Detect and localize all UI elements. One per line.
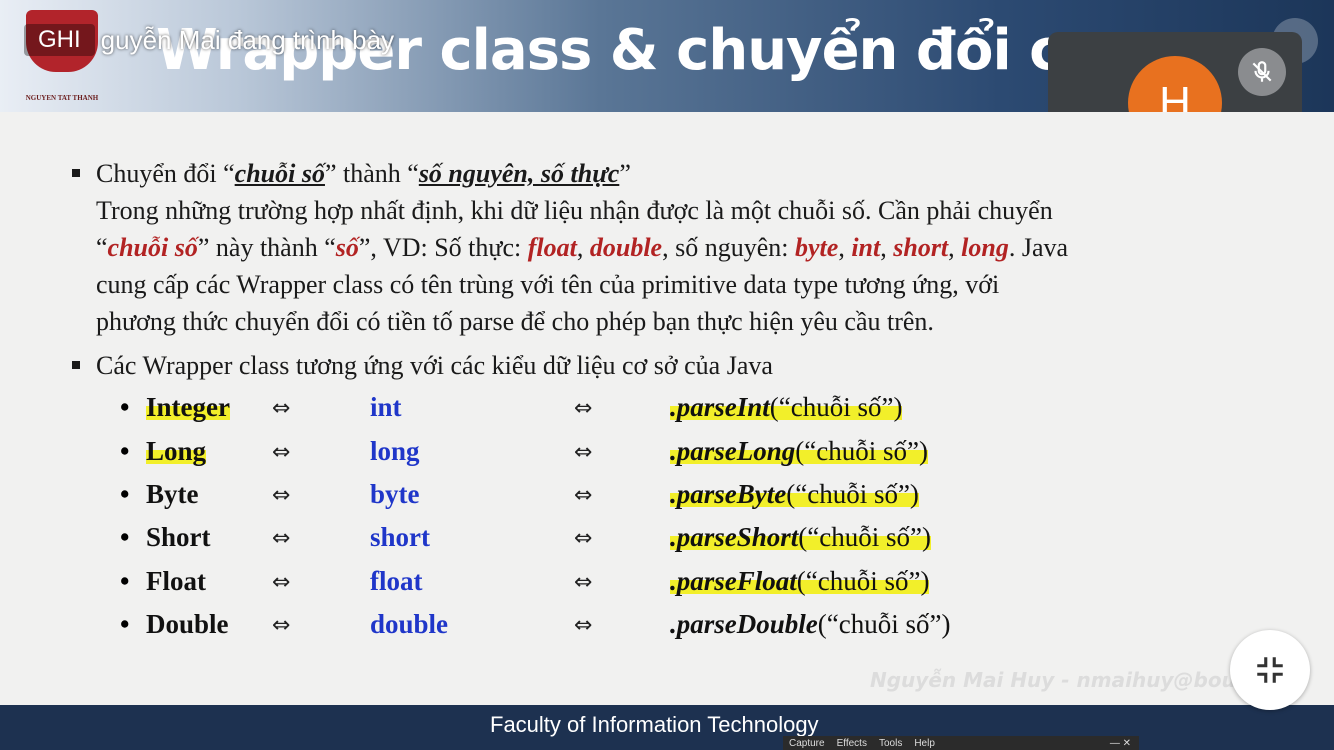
parse-method-name: .parseLong — [670, 436, 796, 466]
paragraph-line4: phương thức chuyển đổi có tiền tố parse … — [96, 307, 934, 336]
parse-method: .parseLong(“chuỗi số”) — [670, 436, 928, 467]
bullet1-text: Chuyển đổi “chuỗi số” thành “số nguyên, … — [96, 155, 631, 192]
watermark: Nguyễn Mai Huy - nmaihuy@bou n — [870, 668, 1257, 692]
parse-method: .parseDouble(“chuỗi số”) — [670, 609, 950, 640]
parse-method-name: .parseFloat — [670, 566, 797, 596]
equivalence-arrow-icon: ⇔ — [272, 440, 291, 465]
bullet1-term2: số nguyên, số thực — [418, 159, 620, 188]
parse-method: .parseByte(“chuỗi số”) — [670, 479, 919, 510]
wrapper-class-name: Float — [146, 566, 206, 596]
parse-method-arg: (“chuỗi số”) — [796, 566, 930, 596]
equivalence-arrow-icon: ⇔ — [272, 570, 291, 595]
logo-caption: NGUYEN TAT THANH — [25, 94, 99, 102]
mic-off-glyph — [1252, 61, 1272, 82]
recording-badge: GHI — [24, 24, 95, 56]
parse-method-arg: (“chuỗi số”) — [769, 392, 903, 422]
capture-toolbar: Capture Effects Tools Help — ✕ — [783, 736, 1139, 750]
row-bullet: • — [120, 522, 130, 552]
bullet-square — [72, 169, 80, 177]
exit-fullscreen-button[interactable] — [1230, 630, 1310, 710]
row-bullet: • — [120, 609, 130, 639]
equivalence-arrow-icon: ⇔ — [574, 526, 593, 551]
equivalence-arrow-icon: ⇔ — [272, 526, 291, 551]
parse-method-arg: (“chuỗi số”) — [798, 522, 931, 552]
recording-overlay: GHI guyễn Mai đang trình bày — [24, 20, 394, 60]
capture-menu[interactable]: Capture — [789, 738, 825, 749]
bullet1-term1: chuỗi số — [234, 159, 325, 188]
primitive-type: double — [370, 609, 449, 639]
parse-method: .parseShort(“chuỗi số”) — [670, 522, 931, 553]
equivalence-arrow-icon: ⇔ — [574, 396, 593, 421]
equivalence-arrow-icon: ⇔ — [574, 440, 593, 465]
parse-method-arg: (“chuỗi số”) — [817, 609, 951, 639]
parse-method-name: .parseInt — [670, 392, 770, 422]
wrapper-class-name: Byte — [146, 479, 199, 509]
equivalence-arrow-icon: ⇔ — [272, 396, 291, 421]
presenter-status: guyễn Mai đang trình bày — [100, 24, 395, 55]
wrapper-class-name: Double — [146, 609, 229, 639]
effects-menu[interactable]: Effects — [837, 738, 867, 749]
wrapper-class-name: Short — [146, 522, 211, 552]
bullet1-prefix: Chuyển đổi “ — [96, 159, 235, 188]
parse-method-arg: (“chuỗi số”) — [795, 436, 928, 466]
parse-method-arg: (“chuỗi số”) — [786, 479, 919, 509]
equivalence-arrow-icon: ⇔ — [574, 483, 593, 508]
row-bullet: • — [120, 436, 130, 466]
bullet1-mid: ” thành “ — [324, 159, 419, 188]
row-bullet: • — [120, 566, 130, 596]
row-bullet: • — [120, 392, 130, 422]
exit-fullscreen-icon — [1257, 657, 1283, 683]
equivalence-arrow-icon: ⇔ — [574, 613, 593, 638]
parse-method-name: .parseShort — [670, 522, 799, 552]
paragraph-line2: “chuỗi số” này thành “số”, VD: Số thực: … — [96, 233, 1069, 262]
bullet1-suffix: ” — [619, 159, 631, 188]
footer-text: Faculty of Information Technology — [490, 712, 819, 737]
primitive-type: byte — [370, 479, 420, 509]
paragraph: Trong những trường hợp nhất định, khi dữ… — [96, 192, 1068, 340]
row-bullet: • — [120, 479, 130, 509]
primitive-type: short — [370, 522, 430, 552]
window-controls[interactable]: — ✕ — [1110, 738, 1131, 749]
wrapper-class-name: Long — [146, 436, 207, 467]
help-menu[interactable]: Help — [914, 738, 935, 749]
parse-method-name: .parseDouble — [670, 609, 818, 639]
paragraph-line3: cung cấp các Wrapper class có tên trùng … — [96, 270, 1000, 299]
parse-method: .parseInt(“chuỗi số”) — [670, 392, 903, 423]
primitive-type: float — [370, 566, 423, 596]
primitive-type: long — [370, 436, 420, 466]
bullet-square — [72, 361, 80, 369]
equivalence-arrow-icon: ⇔ — [272, 483, 291, 508]
equivalence-arrow-icon: ⇔ — [272, 613, 291, 638]
parse-method: .parseFloat(“chuỗi số”) — [670, 566, 930, 597]
primitive-type: int — [370, 392, 402, 422]
parse-method-name: .parseByte — [670, 479, 787, 509]
wrapper-class-name: Integer — [146, 392, 230, 423]
mic-off-icon[interactable] — [1238, 48, 1286, 96]
tools-menu[interactable]: Tools — [879, 738, 902, 749]
paragraph-line1: Trong những trường hợp nhất định, khi dữ… — [96, 196, 1053, 225]
equivalence-arrow-icon: ⇔ — [574, 570, 593, 595]
bullet2-text: Các Wrapper class tương ứng với các kiểu… — [96, 351, 773, 380]
